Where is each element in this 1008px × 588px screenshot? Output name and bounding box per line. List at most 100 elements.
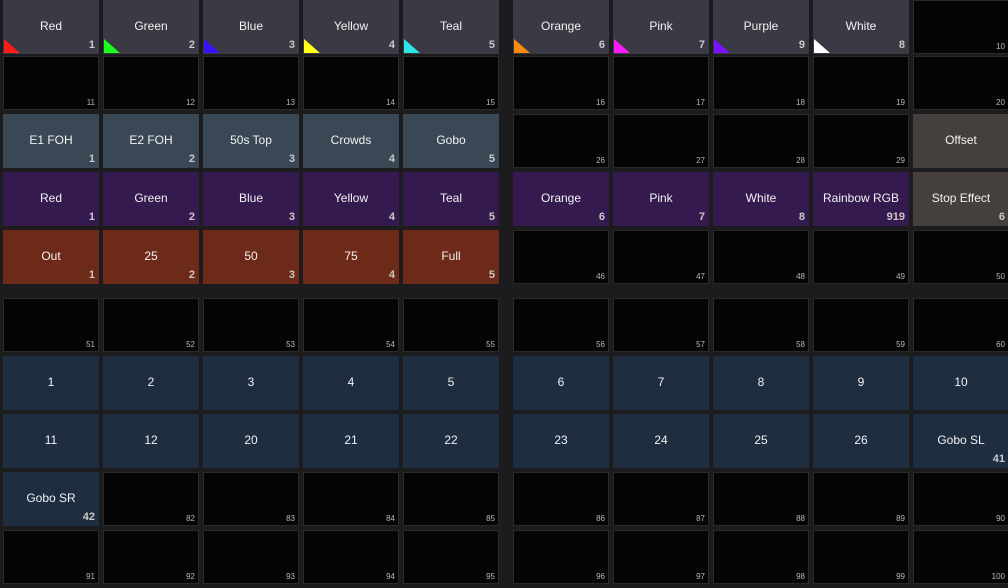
group-button[interactable]: 25 [713,414,809,468]
empty-slot[interactable]: 91 [3,530,99,584]
empty-slot[interactable]: 29 [813,114,909,168]
group-button[interactable]: Gobo SL 41 [913,414,1008,468]
empty-slot[interactable]: 27 [613,114,709,168]
empty-slot[interactable]: 10 [913,0,1008,54]
group-button[interactable]: 6 [513,356,609,410]
empty-slot[interactable]: 97 [613,530,709,584]
group-button[interactable]: Gobo SR 42 [3,472,99,526]
group-button[interactable]: 26 [813,414,909,468]
empty-slot[interactable]: 86 [513,472,609,526]
group-button[interactable]: 9 [813,356,909,410]
empty-slot[interactable]: 26 [513,114,609,168]
stop-effect-button[interactable]: Stop Effect 6 [913,172,1008,226]
color-palette-button[interactable]: White 8 [813,0,909,54]
group-button[interactable]: 12 [103,414,199,468]
empty-slot[interactable]: 94 [303,530,399,584]
empty-slot[interactable]: 15 [403,56,499,110]
empty-slot[interactable]: 85 [403,472,499,526]
group-button[interactable]: 2 [103,356,199,410]
intensity-preset-button[interactable]: Full 5 [403,230,499,284]
effect-button[interactable]: Teal 5 [403,172,499,226]
empty-slot[interactable]: 59 [813,298,909,352]
empty-slot[interactable]: 100 [913,530,1008,584]
empty-slot[interactable]: 19 [813,56,909,110]
empty-slot[interactable]: 11 [3,56,99,110]
empty-slot[interactable]: 96 [513,530,609,584]
effect-button[interactable]: Red 1 [3,172,99,226]
group-button[interactable]: 7 [613,356,709,410]
empty-slot[interactable]: 17 [613,56,709,110]
empty-slot[interactable]: 58 [713,298,809,352]
intensity-preset-button[interactable]: 25 2 [103,230,199,284]
empty-slot[interactable]: 95 [403,530,499,584]
group-button[interactable]: 11 [3,414,99,468]
empty-slot[interactable]: 88 [713,472,809,526]
effect-button[interactable]: Blue 3 [203,172,299,226]
color-palette-button[interactable]: Teal 5 [403,0,499,54]
empty-slot[interactable]: 49 [813,230,909,284]
empty-slot[interactable]: 18 [713,56,809,110]
empty-slot[interactable]: 92 [103,530,199,584]
empty-slot[interactable]: 20 [913,56,1008,110]
empty-slot[interactable]: 57 [613,298,709,352]
group-button[interactable]: 4 [303,356,399,410]
empty-slot[interactable]: 28 [713,114,809,168]
empty-slot[interactable]: 93 [203,530,299,584]
group-button[interactable]: 22 [403,414,499,468]
color-palette-button[interactable]: Yellow 4 [303,0,399,54]
empty-slot[interactable]: 52 [103,298,199,352]
empty-slot[interactable]: 90 [913,472,1008,526]
position-palette-button[interactable]: E1 FOH 1 [3,114,99,168]
empty-slot[interactable]: 83 [203,472,299,526]
intensity-preset-button[interactable]: 75 4 [303,230,399,284]
group-button[interactable]: 10 [913,356,1008,410]
color-palette-button[interactable]: Green 2 [103,0,199,54]
empty-slot[interactable]: 14 [303,56,399,110]
color-palette-button[interactable]: Purple 9 [713,0,809,54]
empty-slot[interactable]: 55 [403,298,499,352]
effect-button[interactable]: Green 2 [103,172,199,226]
effect-button[interactable]: White 8 [713,172,809,226]
color-palette-button[interactable]: Orange 6 [513,0,609,54]
group-button[interactable]: 24 [613,414,709,468]
color-palette-button[interactable]: Blue 3 [203,0,299,54]
group-button[interactable]: 21 [303,414,399,468]
color-palette-button[interactable]: Red 1 [3,0,99,54]
empty-slot[interactable]: 12 [103,56,199,110]
empty-slot[interactable]: 48 [713,230,809,284]
intensity-preset-button[interactable]: 50 3 [203,230,299,284]
position-palette-button[interactable]: Crowds 4 [303,114,399,168]
group-button[interactable]: 23 [513,414,609,468]
empty-slot[interactable]: 98 [713,530,809,584]
empty-slot[interactable]: 87 [613,472,709,526]
empty-slot[interactable]: 53 [203,298,299,352]
empty-slot[interactable]: 47 [613,230,709,284]
group-button[interactable]: 3 [203,356,299,410]
empty-slot[interactable]: 13 [203,56,299,110]
position-palette-button[interactable]: 50s Top 3 [203,114,299,168]
empty-slot[interactable]: 50 [913,230,1008,284]
effect-button[interactable]: Yellow 4 [303,172,399,226]
empty-slot[interactable]: 60 [913,298,1008,352]
offset-button[interactable]: Offset [913,114,1008,168]
empty-slot[interactable]: 56 [513,298,609,352]
intensity-preset-button[interactable]: Out 1 [3,230,99,284]
effect-button[interactable]: Orange 6 [513,172,609,226]
color-palette-button[interactable]: Pink 7 [613,0,709,54]
empty-slot[interactable]: 46 [513,230,609,284]
group-button[interactable]: 20 [203,414,299,468]
empty-slot[interactable]: 54 [303,298,399,352]
empty-slot[interactable]: 99 [813,530,909,584]
group-button[interactable]: 8 [713,356,809,410]
group-button[interactable]: 5 [403,356,499,410]
effect-button[interactable]: Rainbow RGB 919 [813,172,909,226]
effect-button[interactable]: Pink 7 [613,172,709,226]
position-palette-button[interactable]: E2 FOH 2 [103,114,199,168]
group-button[interactable]: 1 [3,356,99,410]
empty-slot[interactable]: 84 [303,472,399,526]
position-palette-button[interactable]: Gobo 5 [403,114,499,168]
empty-slot[interactable]: 51 [3,298,99,352]
empty-slot[interactable]: 82 [103,472,199,526]
empty-slot[interactable]: 89 [813,472,909,526]
empty-slot[interactable]: 16 [513,56,609,110]
